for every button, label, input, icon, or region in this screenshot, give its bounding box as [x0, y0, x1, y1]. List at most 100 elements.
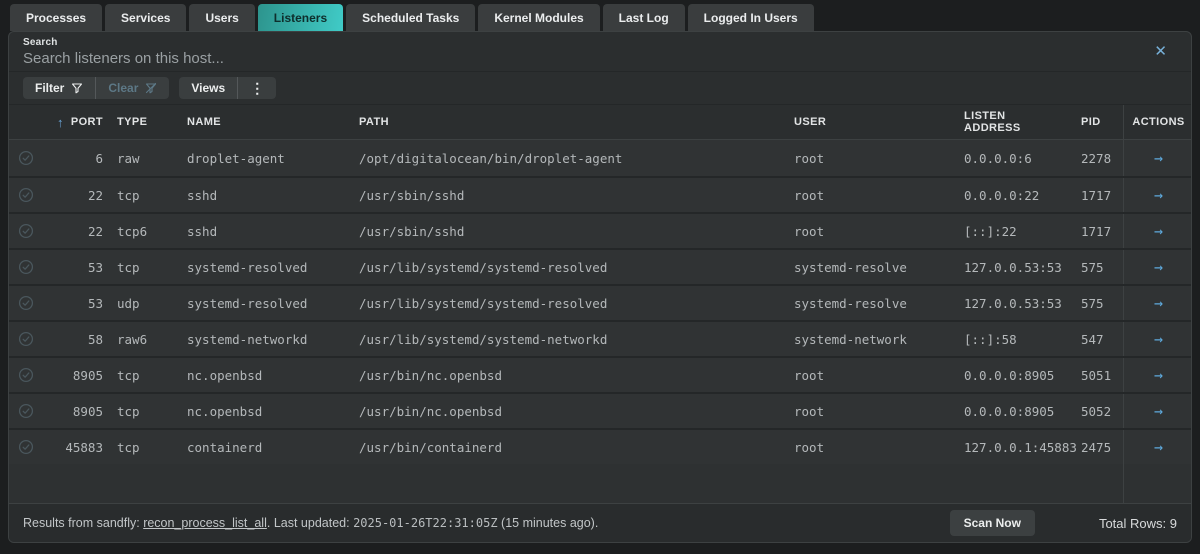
cell-type: tcp [117, 187, 140, 203]
table-empty-space [9, 464, 1191, 503]
cell-listen-address: 0.0.0.0:8905 [964, 403, 1055, 419]
search-input[interactable] [23, 50, 1123, 67]
sandfly-name-link[interactable]: recon_process_list_all [143, 516, 267, 530]
cell-path: /usr/lib/systemd/systemd-networkd [359, 331, 608, 347]
tab-logged-in-users[interactable]: Logged In Users [687, 4, 814, 31]
row-detail-arrow-icon[interactable]: → [1154, 258, 1163, 276]
cell-type: tcp [117, 367, 140, 383]
tab-scheduled-tasks[interactable]: Scheduled Tasks [346, 4, 476, 31]
cell-listen-address: 127.0.0.53:53 [964, 259, 1062, 275]
status-bar: Results from sandfly: recon_process_list… [9, 503, 1191, 542]
scan-now-button[interactable]: Scan Now [949, 510, 1035, 536]
column-header-user[interactable]: USER [772, 116, 942, 128]
cell-name: nc.openbsd [187, 403, 263, 419]
table-row[interactable]: 53 udp systemd-resolved /usr/lib/systemd… [9, 284, 1191, 320]
check-circle-icon [18, 439, 34, 455]
cell-type: udp [117, 295, 140, 311]
row-detail-arrow-icon[interactable]: → [1154, 330, 1163, 348]
table-row[interactable]: 6 raw droplet-agent /opt/digitalocean/bi… [9, 140, 1191, 176]
clear-search-icon[interactable]: ✕ [1154, 44, 1167, 59]
cell-name: systemd-resolved [187, 295, 308, 311]
filter-button-label: Filter [35, 81, 65, 95]
cell-port: 22 [87, 187, 103, 203]
cell-user: root [794, 403, 825, 419]
table-row[interactable]: 8905 tcp nc.openbsd /usr/bin/nc.openbsd … [9, 356, 1191, 392]
tab-users[interactable]: Users [189, 4, 255, 31]
check-circle-icon [18, 223, 34, 239]
row-detail-arrow-icon[interactable]: → [1154, 222, 1163, 240]
cell-listen-address: 127.0.0.1:45883 [964, 439, 1077, 455]
tab-last-log[interactable]: Last Log [602, 4, 685, 31]
cell-pid: 547 [1081, 331, 1104, 347]
cell-port: 8905 [72, 367, 103, 383]
tab-processes[interactable]: Processes [10, 4, 103, 31]
column-header-name[interactable]: NAME [173, 116, 345, 128]
cell-path: /usr/sbin/sshd [359, 187, 465, 203]
check-circle-icon [18, 367, 34, 383]
row-detail-arrow-icon[interactable]: → [1154, 294, 1163, 312]
cell-path: /opt/digitalocean/bin/droplet-agent [359, 150, 623, 166]
tab-services[interactable]: Services [105, 4, 187, 31]
row-status-cell [9, 331, 47, 347]
cell-actions: → [1123, 430, 1191, 464]
filter-button[interactable]: Filter [23, 77, 95, 99]
cell-listen-address: 0.0.0.0:6 [964, 150, 1032, 166]
clear-filter-button-label: Clear [108, 81, 139, 95]
clear-filter-button[interactable]: Clear [95, 77, 169, 99]
check-circle-icon [18, 187, 34, 203]
cell-user: systemd-resolve [794, 259, 907, 275]
row-detail-arrow-icon[interactable]: → [1154, 438, 1163, 456]
cell-port: 8905 [72, 403, 103, 419]
total-rows-count: Total Rows: 9 [1098, 515, 1177, 531]
table-row[interactable]: 45883 tcp containerd /usr/bin/containerd… [9, 428, 1191, 464]
cell-name: nc.openbsd [187, 367, 263, 383]
row-status-cell [9, 439, 47, 455]
cell-actions: → [1123, 394, 1191, 428]
tab-kernel-modules[interactable]: Kernel Modules [478, 4, 600, 31]
table-row[interactable]: 22 tcp sshd /usr/sbin/sshd root 0.0.0.0:… [9, 176, 1191, 212]
row-status-cell [9, 259, 47, 275]
column-header-port[interactable]: ↑ PORT [47, 115, 103, 130]
column-header-type[interactable]: TYPE [103, 116, 173, 128]
cell-type: raw [117, 150, 140, 166]
row-detail-arrow-icon[interactable]: → [1154, 366, 1163, 384]
row-detail-arrow-icon[interactable]: → [1154, 186, 1163, 204]
row-status-cell [9, 187, 47, 203]
cell-port: 22 [87, 223, 103, 239]
table-row[interactable]: 22 tcp6 sshd /usr/sbin/sshd root [::]:22… [9, 212, 1191, 248]
tab-listeners[interactable]: Listeners [257, 4, 344, 31]
row-detail-arrow-icon[interactable]: → [1154, 149, 1163, 167]
cell-actions: → [1123, 140, 1191, 176]
table-row[interactable]: 58 raw6 systemd-networkd /usr/lib/system… [9, 320, 1191, 356]
table-row[interactable]: 53 tcp systemd-resolved /usr/lib/systemd… [9, 248, 1191, 284]
sort-ascending-icon[interactable]: ↑ [57, 115, 64, 130]
row-detail-arrow-icon[interactable]: → [1154, 402, 1163, 420]
search-box: Search ✕ [9, 32, 1191, 72]
views-button[interactable]: Views [179, 77, 237, 99]
cell-name: droplet-agent [187, 150, 285, 166]
listeners-panel: Search ✕ Filter Clear [8, 31, 1192, 543]
column-header-listen-address[interactable]: LISTEN ADDRESS [942, 110, 1059, 134]
row-status-cell [9, 150, 47, 166]
check-circle-icon [18, 150, 34, 166]
cell-listen-address: [::]:58 [964, 331, 1017, 347]
column-header-pid[interactable]: PID [1059, 116, 1123, 128]
tab-bar: Processes Services Users Listeners Scheduled… [10, 4, 814, 31]
views-menu-button[interactable]: ⋮ [237, 77, 276, 99]
table-body: 6 raw droplet-agent /opt/digitalocean/bi… [9, 140, 1191, 464]
column-header-path[interactable]: PATH [345, 116, 772, 128]
cell-user: systemd-resolve [794, 295, 907, 311]
cell-path: /usr/bin/nc.openbsd [359, 367, 502, 383]
results-middle: . Last updated: [266, 516, 354, 530]
cell-user: root [794, 150, 825, 166]
check-circle-icon [18, 403, 34, 419]
cell-actions: → [1123, 178, 1191, 212]
cell-port: 6 [95, 150, 103, 166]
cell-actions: → [1123, 250, 1191, 284]
table-row[interactable]: 8905 tcp nc.openbsd /usr/bin/nc.openbsd … [9, 392, 1191, 428]
row-status-cell [9, 403, 47, 419]
cell-name: sshd [187, 187, 218, 203]
views-button-label: Views [191, 81, 226, 95]
cell-pid: 5052 [1081, 403, 1112, 419]
cell-listen-address: 127.0.0.53:53 [964, 295, 1062, 311]
